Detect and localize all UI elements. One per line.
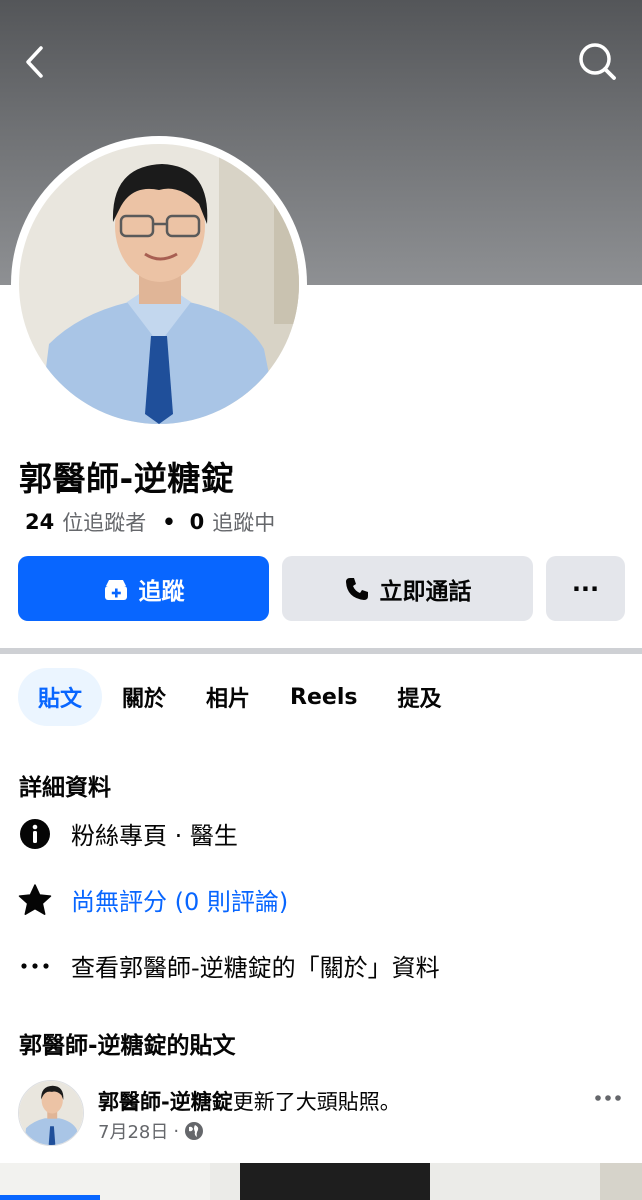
post-header: 郭醫師-逆糖錠更新了大頭貼照。 7月28日 · — [18, 1080, 624, 1150]
info-icon — [18, 817, 52, 851]
post-author-avatar[interactable] — [18, 1080, 84, 1146]
page-category: 粉絲專頁 · 醫生 — [71, 822, 238, 850]
details-heading: 詳細資料 — [19, 775, 111, 801]
page-category-row: 粉絲專頁 · 醫生 — [18, 816, 238, 851]
more-options-icon: ··· — [571, 574, 600, 603]
tab-posts[interactable]: 貼文 — [18, 668, 103, 726]
follow-button[interactable]: 追蹤 — [18, 556, 269, 621]
following-label: 追蹤中 — [212, 511, 276, 535]
post-meta: 7月28日 · — [98, 1118, 204, 1144]
chevron-left-icon — [26, 46, 43, 78]
page-title: 郭醫師-逆糖錠 — [19, 459, 235, 498]
post-summary: 郭醫師-逆糖錠更新了大頭貼照。 — [98, 1086, 401, 1116]
more-options-button[interactable]: ··· — [546, 556, 625, 621]
avatar — [19, 144, 299, 424]
post-options-button[interactable] — [592, 1084, 624, 1112]
search-button[interactable] — [574, 38, 622, 86]
followers-count: 24 — [25, 510, 55, 534]
search-icon — [579, 43, 616, 80]
back-button[interactable] — [12, 38, 60, 86]
star-icon — [18, 883, 52, 917]
call-now-button[interactable]: 立即通話 — [282, 556, 533, 621]
following-count: 0 — [189, 510, 205, 534]
follow-page-icon — [104, 579, 127, 600]
ellipsis-icon — [595, 1095, 621, 1101]
profile-picture[interactable] — [11, 136, 307, 432]
rating-link[interactable]: 尚無評分 (0 則評論) — [71, 882, 288, 917]
stats-separator: • — [162, 510, 176, 534]
tab-about[interactable]: 關於 — [102, 668, 186, 726]
post-action-text: 更新了大頭貼照。 — [232, 1090, 401, 1114]
tab-reels[interactable]: Reels — [270, 668, 377, 726]
phone-icon — [345, 577, 368, 600]
post-date[interactable]: 7月28日 — [98, 1118, 168, 1144]
meta-separator: · — [173, 1120, 180, 1142]
post-image[interactable] — [0, 1163, 642, 1200]
ellipsis-icon — [18, 949, 52, 983]
follow-stats[interactable]: 24 位追蹤者 • 0 追蹤中 — [25, 507, 275, 537]
globe-icon — [185, 1122, 204, 1140]
tab-mentions[interactable]: 提及 — [377, 668, 461, 726]
about-link-row[interactable]: 查看郭醫師-逆糖錠的「關於」資料 — [18, 948, 440, 983]
rating-row[interactable]: 尚無評分 (0 則評論) — [18, 882, 288, 917]
tab-photos[interactable]: 相片 — [186, 668, 270, 726]
about-link[interactable]: 查看郭醫師-逆糖錠的「關於」資料 — [71, 948, 440, 983]
post-author-name[interactable]: 郭醫師-逆糖錠 — [98, 1090, 233, 1114]
follow-button-label: 追蹤 — [138, 578, 185, 605]
profile-tabs: 貼文 關於 相片 Reels 提及 — [18, 668, 461, 726]
image-progress-bar — [0, 1195, 100, 1200]
followers-label: 位追蹤者 — [62, 511, 147, 535]
section-divider — [0, 648, 642, 654]
posts-heading: 郭醫師-逆糖錠的貼文 — [19, 1033, 236, 1059]
call-now-label: 立即通話 — [379, 578, 472, 605]
